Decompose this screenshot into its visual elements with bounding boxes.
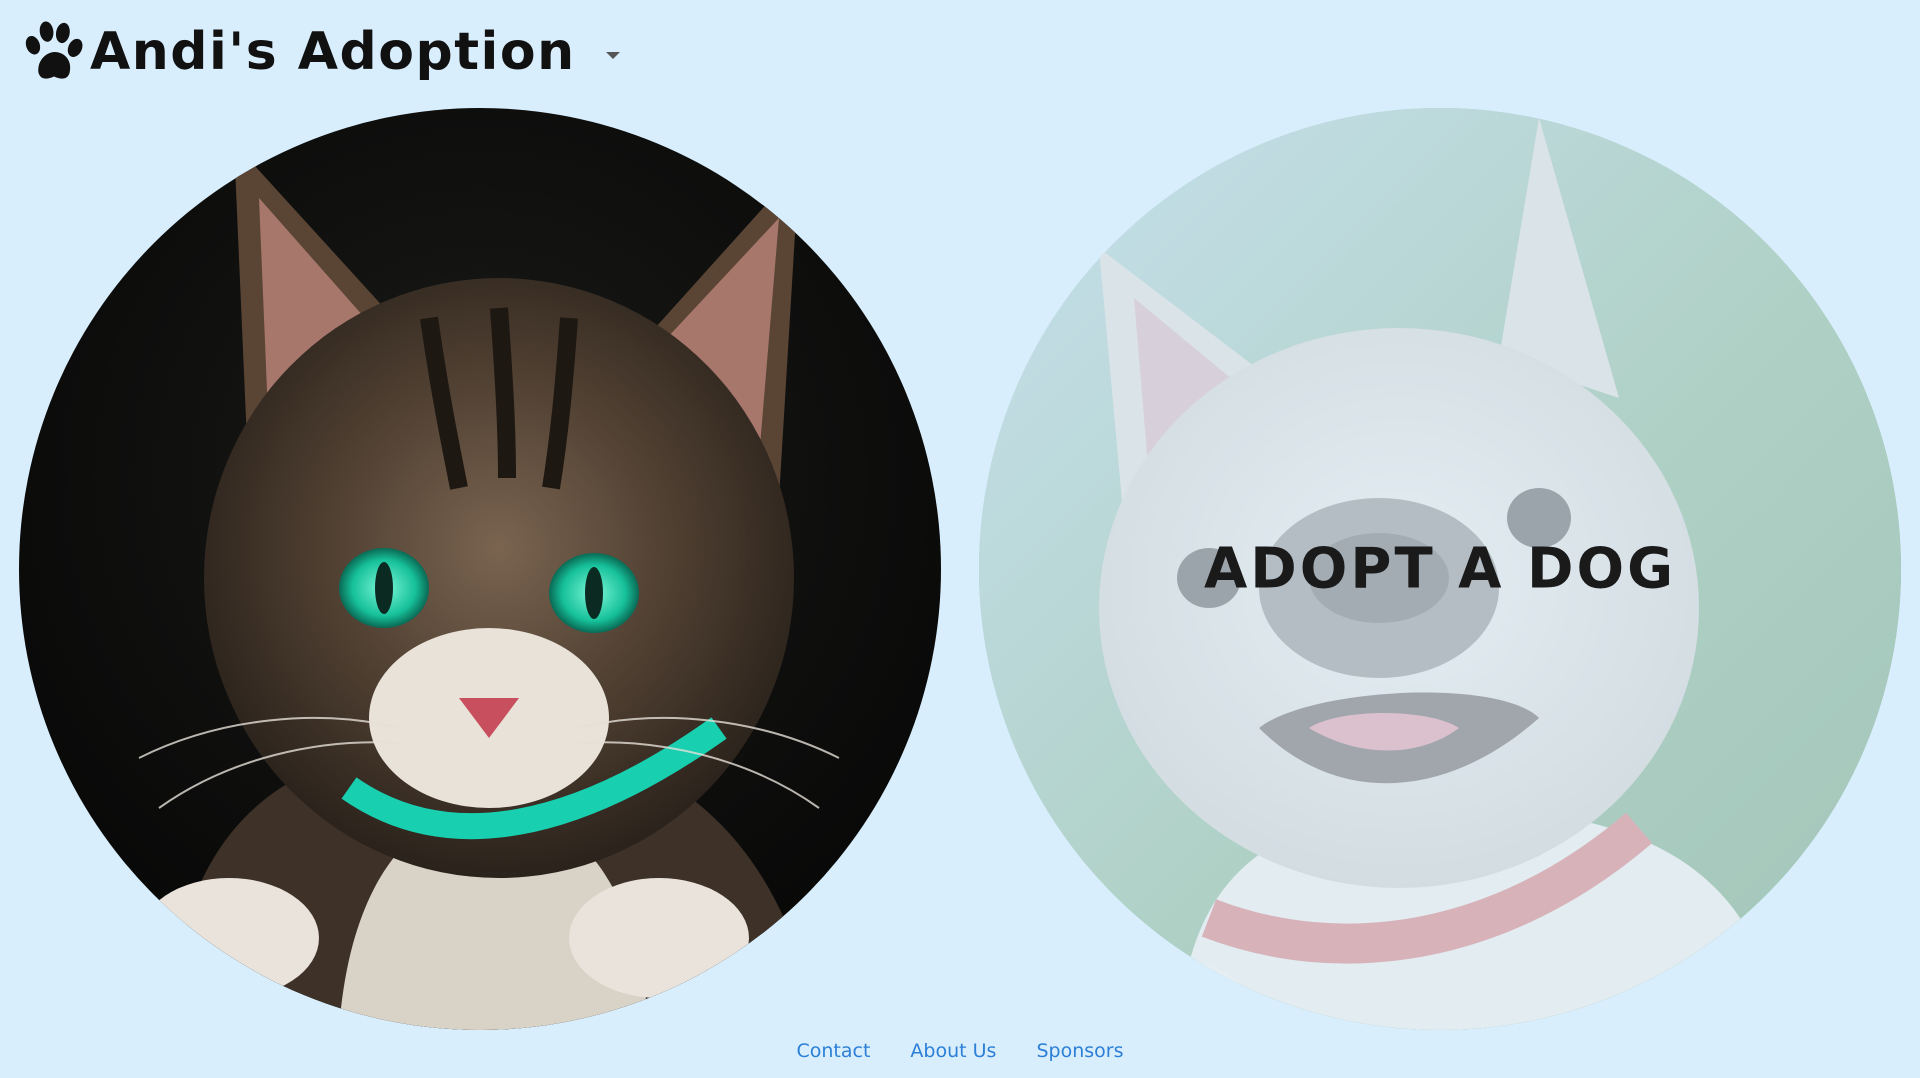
brand-menu[interactable]: Andi's Adoption <box>18 12 620 92</box>
footer-nav: Contact About Us Sponsors <box>0 1040 1920 1062</box>
brand-title: Andi's Adoption <box>90 22 576 82</box>
footer-link-about-us[interactable]: About Us <box>910 1040 996 1062</box>
footer-link-contact[interactable]: Contact <box>797 1040 871 1062</box>
adopt-dog-card[interactable]: ADOPT A DOG <box>979 108 1901 1030</box>
paw-icon <box>25 21 83 79</box>
cat-image <box>19 108 941 1030</box>
footer-link-sponsors[interactable]: Sponsors <box>1036 1040 1123 1062</box>
adopt-cat-card[interactable] <box>19 108 941 1030</box>
adopt-dog-label: ADOPT A DOG <box>1203 536 1677 602</box>
caret-down-icon[interactable] <box>605 51 620 59</box>
